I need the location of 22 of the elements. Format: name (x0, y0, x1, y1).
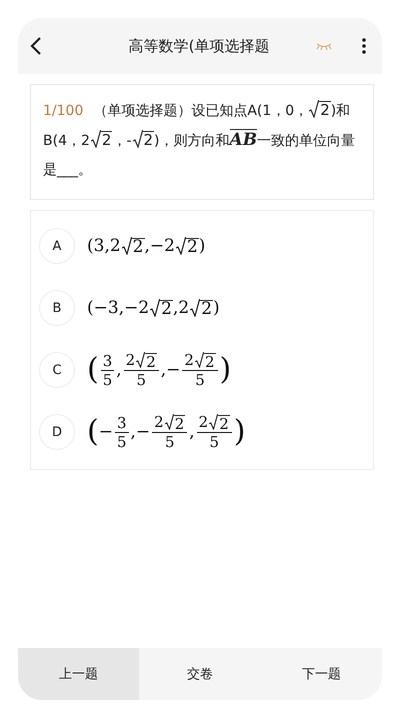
more-icon[interactable] (362, 38, 366, 54)
radical-sign-icon (136, 352, 146, 368)
radical-sign-icon (122, 237, 132, 255)
radical-sign-icon (132, 130, 142, 148)
radical-sign-icon (90, 130, 101, 148)
option-formula[interactable]: (−3,−2 2,2 2) (87, 298, 220, 318)
option-letter[interactable]: D (39, 414, 75, 450)
radical-sign-icon (309, 100, 320, 118)
page-title: 高等数学(单项选择题 (128, 36, 270, 56)
radical-sign-icon (194, 352, 204, 368)
radical-sign-icon (176, 237, 186, 255)
radical-sign-icon (209, 414, 218, 430)
back-icon[interactable] (30, 37, 42, 55)
option-formula[interactable]: (3,2 2,−2 2) (87, 236, 206, 256)
option-letter[interactable]: B (39, 290, 75, 326)
option-letter[interactable]: A (39, 228, 75, 264)
question-text: 1/100 （单项选择题）设已知点A(1，0， 2)和B(4，2 2，- 2)，则方向和AB一致的单位向量是___。 (43, 99, 356, 180)
radical-sign-icon (190, 299, 200, 317)
radical-sign-icon (150, 299, 160, 317)
radical-sign-icon (164, 414, 174, 430)
bottom-tab[interactable]: 上一题 (18, 648, 140, 700)
option-letter[interactable]: C (39, 352, 75, 388)
